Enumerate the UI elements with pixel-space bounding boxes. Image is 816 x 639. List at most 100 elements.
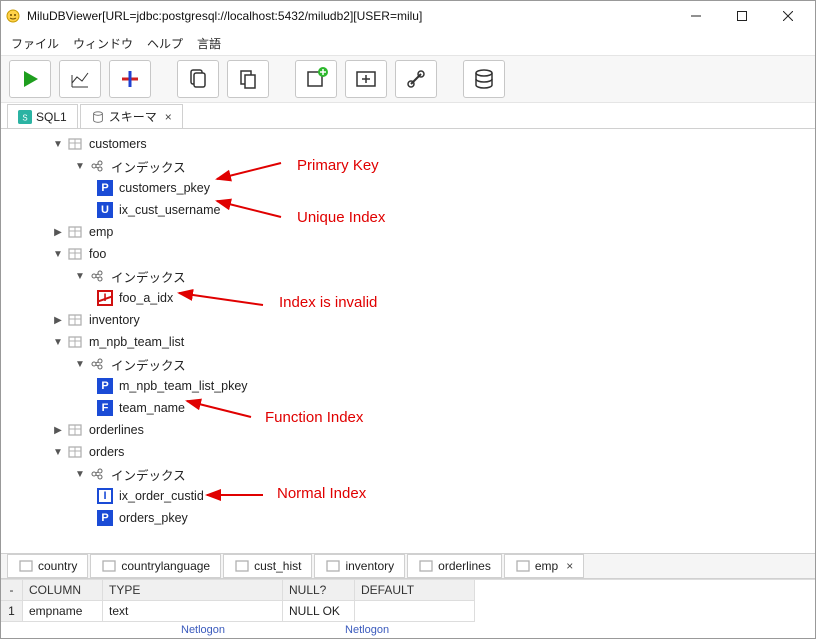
schema-tree[interactable]: ▼ customers ▼ インデックス P customers_pkey U … <box>1 129 815 553</box>
menu-help[interactable]: ヘルプ <box>147 35 183 52</box>
table-icon <box>67 224 83 240</box>
expand-icon[interactable]: ▼ <box>53 337 63 348</box>
tab-schema[interactable]: スキーマ × <box>80 104 183 128</box>
sql-icon: S <box>18 110 32 124</box>
grid-cell-column[interactable]: empname <box>23 601 103 622</box>
folder-icon <box>89 268 105 284</box>
tree-node-ix-cust-username[interactable]: U ix_cust_username <box>1 199 815 221</box>
menubar: ファイル ウィンドウ ヘルプ 言語 <box>1 31 815 55</box>
tree-node-emp[interactable]: ▶ emp <box>1 221 815 243</box>
tab-label: inventory <box>345 559 394 573</box>
table-icon <box>418 558 434 574</box>
tab-label: cust_hist <box>254 559 301 573</box>
tab-schema-label: スキーマ <box>109 108 157 125</box>
titlebar: MiluDBViewer[URL=jdbc:postgresql://local… <box>1 1 815 31</box>
expand-icon[interactable]: ▶ <box>53 227 63 238</box>
tree-node-foo-a-idx[interactable]: I foo_a_idx <box>1 287 815 309</box>
tree-node-m-npb-team-list[interactable]: ▼ m_npb_team_list <box>1 331 815 353</box>
menu-window[interactable]: ウィンドウ <box>73 35 133 52</box>
tree-label: m_npb_team_list <box>87 335 184 349</box>
tab-sql-label: SQL1 <box>36 110 67 124</box>
minimize-button[interactable] <box>673 1 719 31</box>
tree-node-inventory[interactable]: ▶ inventory <box>1 309 815 331</box>
expand-icon[interactable]: ▼ <box>75 359 85 370</box>
tree-label: orderlines <box>87 423 144 437</box>
tab-close[interactable]: × <box>566 559 573 573</box>
tree-node-customers-pkey[interactable]: P customers_pkey <box>1 177 815 199</box>
tree-label: インデックス <box>109 157 186 176</box>
grid-header-rownum[interactable]: - <box>1 580 23 601</box>
tree-label: ix_order_custid <box>117 489 204 503</box>
database-button[interactable] <box>463 60 505 98</box>
tree-label: インデックス <box>109 465 186 484</box>
tree-node-ix-order-custid[interactable]: I ix_order_custid <box>1 485 815 507</box>
tree-label: foo_a_idx <box>117 291 173 305</box>
toggle-button[interactable] <box>109 60 151 98</box>
expand-icon[interactable]: ▼ <box>75 469 85 480</box>
columns-grid: - COLUMN TYPE NULL? DEFAULT 1 empname te… <box>1 579 815 622</box>
tab-cust-hist[interactable]: cust_hist <box>223 554 312 578</box>
tree-label: team_name <box>117 401 185 415</box>
add-panel-button[interactable] <box>345 60 387 98</box>
grid-cell-type[interactable]: text <box>103 601 283 622</box>
expand-icon[interactable]: ▼ <box>75 271 85 282</box>
run-button[interactable] <box>9 60 51 98</box>
table-icon <box>101 558 117 574</box>
tab-inventory[interactable]: inventory <box>314 554 405 578</box>
expand-icon[interactable]: ▶ <box>53 425 63 436</box>
tab-label: countrylanguage <box>121 559 210 573</box>
expand-icon[interactable]: ▶ <box>53 315 63 326</box>
expand-icon[interactable]: ▼ <box>53 447 63 458</box>
expand-icon[interactable]: ▼ <box>75 161 85 172</box>
tree-node-orderlines[interactable]: ▶ orderlines <box>1 419 815 441</box>
table-icon <box>18 558 34 574</box>
tree-node-orders-pkey[interactable]: P orders_pkey <box>1 507 815 529</box>
tab-orderlines[interactable]: orderlines <box>407 554 502 578</box>
tree-label: orders <box>87 445 124 459</box>
maximize-button[interactable] <box>719 1 765 31</box>
menu-file[interactable]: ファイル <box>11 35 59 52</box>
tree-label: インデックス <box>109 267 186 286</box>
grid-cell-rownum[interactable]: 1 <box>1 601 23 622</box>
function-index-icon: F <box>97 400 113 416</box>
tree-node-index-folder[interactable]: ▼ インデックス <box>1 265 815 287</box>
tab-emp[interactable]: emp× <box>504 554 584 578</box>
tab-countrylanguage[interactable]: countrylanguage <box>90 554 221 578</box>
statusbar: Netlogon Netlogon <box>1 622 815 638</box>
grid-header-column[interactable]: COLUMN <box>23 580 103 601</box>
window-title: MiluDBViewer[URL=jdbc:postgresql://local… <box>27 9 673 23</box>
grid-cell-default[interactable] <box>355 601 475 622</box>
tab-country[interactable]: country <box>7 554 88 578</box>
tree-node-index-folder[interactable]: ▼ インデックス <box>1 155 815 177</box>
tree-node-customers[interactable]: ▼ customers <box>1 133 815 155</box>
tree-node-orders[interactable]: ▼ orders <box>1 441 815 463</box>
paste-button[interactable] <box>227 60 269 98</box>
menu-lang[interactable]: 言語 <box>197 35 221 52</box>
new-button[interactable] <box>295 60 337 98</box>
copy-button[interactable] <box>177 60 219 98</box>
tree-node-team-name[interactable]: F team_name <box>1 397 815 419</box>
grid-header-default[interactable]: DEFAULT <box>355 580 475 601</box>
close-button[interactable] <box>765 1 811 31</box>
grid-header-type[interactable]: TYPE <box>103 580 283 601</box>
expand-icon[interactable]: ▼ <box>53 139 63 150</box>
tree-label: インデックス <box>109 355 186 374</box>
tree-label: m_npb_team_list_pkey <box>117 379 248 393</box>
expand-icon[interactable]: ▼ <box>53 249 63 260</box>
tab-label: orderlines <box>438 559 491 573</box>
toolbar <box>1 55 815 103</box>
tab-sql[interactable]: S SQL1 <box>7 104 78 128</box>
grid-header-null[interactable]: NULL? <box>283 580 355 601</box>
tab-schema-close[interactable]: × <box>165 110 172 124</box>
tree-node-index-folder[interactable]: ▼ インデックス <box>1 463 815 485</box>
tree-node-foo[interactable]: ▼ foo <box>1 243 815 265</box>
explain-button[interactable] <box>59 60 101 98</box>
table-icon <box>325 558 341 574</box>
grid-cell-null[interactable]: NULL OK <box>283 601 355 622</box>
tree-label: customers <box>87 137 147 151</box>
connect-button[interactable] <box>395 60 437 98</box>
tree-node-m-npb-pkey[interactable]: P m_npb_team_list_pkey <box>1 375 815 397</box>
tree-node-index-folder[interactable]: ▼ インデックス <box>1 353 815 375</box>
app-window: MiluDBViewer[URL=jdbc:postgresql://local… <box>0 0 816 639</box>
folder-icon <box>89 158 105 174</box>
